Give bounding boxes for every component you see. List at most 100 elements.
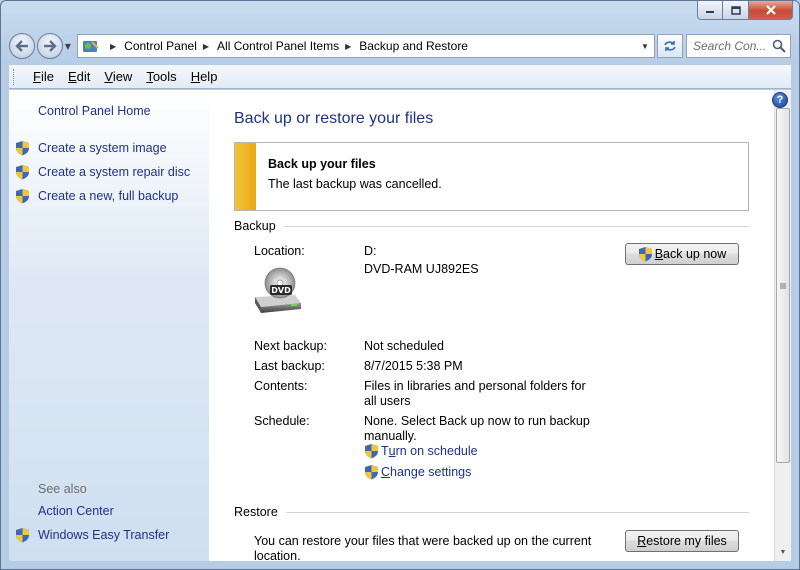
menu-tools-label: ools (152, 69, 177, 84)
navigation-row: ▼ ▶ Control Panel ▶ All Control Panel It… (9, 32, 791, 60)
turn-on-schedule-link[interactable]: Tu rn on schedule (364, 443, 478, 459)
menu-help[interactable]: Help (184, 69, 225, 84)
search-icon[interactable] (772, 39, 786, 53)
next-backup-value: Not scheduled (364, 339, 444, 353)
notice-body: Back up your files The last backup was c… (256, 143, 454, 210)
menu-help-access: H (190, 69, 201, 84)
restore-message: You can restore your files that were bac… (254, 534, 592, 561)
turn-on-schedule-prefix: T (381, 444, 389, 458)
restore-my-files-access: R (637, 534, 647, 548)
page-title: Back up or restore your files (234, 110, 434, 127)
refresh-icon (664, 41, 676, 51)
back-up-now-button[interactable]: Back up now (625, 243, 739, 265)
back-arrow-icon (15, 40, 28, 52)
content-area: Control Panel Home Create a system image… (9, 90, 791, 561)
notice-title: Back up your files (268, 157, 376, 171)
menu-grip (13, 68, 16, 85)
create-repair-disc-link[interactable]: Create a system repair disc (15, 164, 190, 180)
minimize-icon (706, 11, 714, 13)
uac-shield-icon (16, 189, 29, 204)
create-system-image-link[interactable]: Create a system image (15, 140, 167, 156)
breadcrumb-backup-restore[interactable]: Backup and Restore (359, 39, 468, 53)
backup-notice: Back up your files The last backup was c… (234, 142, 749, 211)
breadcrumb-separator-icon: ▶ (202, 41, 210, 51)
action-center-link[interactable]: Action Center (38, 504, 114, 518)
schedule-value: None. Select Back up now to run backup m… (364, 414, 590, 443)
recent-pages-dropdown[interactable]: ▼ (63, 33, 73, 59)
uac-shield-icon (365, 465, 378, 480)
main-pane: ▲ ▼ ? Back up or restore your files Back… (209, 90, 791, 561)
caption-buttons (697, 1, 793, 20)
task-pane: Control Panel Home Create a system image… (9, 90, 209, 561)
uac-shield-icon (365, 444, 378, 459)
search-input[interactable]: Search Con... (693, 39, 772, 53)
help-icon[interactable]: ? (772, 92, 788, 108)
menu-edit-label: dit (76, 69, 91, 84)
menu-view-label: iew (112, 69, 133, 84)
location-device: DVD-RAM UJ892ES (364, 262, 479, 276)
change-settings-link[interactable]: Change settings (364, 464, 471, 480)
menu-view-access: V (104, 69, 113, 84)
maximize-button[interactable] (723, 1, 749, 20)
control-panel-icon (83, 41, 99, 52)
scroll-thumb[interactable] (776, 108, 790, 463)
next-backup-label: Next backup: (254, 339, 327, 353)
change-settings-label: hange settings (390, 465, 472, 479)
menu-help-label: elp (200, 69, 218, 84)
contents-label: Contents: (254, 379, 308, 393)
breadcrumb-all-items[interactable]: All Control Panel Items (217, 39, 339, 53)
back-up-now-label: ack up now (663, 247, 727, 261)
see-also-heading: See also (38, 482, 87, 496)
notice-warning-bar (235, 143, 256, 210)
windows-easy-transfer-label: Windows Easy Transfer (38, 528, 170, 542)
control-panel-home-link[interactable]: Control Panel Home (38, 104, 151, 118)
menu-file-access: F (33, 69, 41, 84)
close-button[interactable] (749, 1, 793, 20)
vertical-scrollbar[interactable]: ▲ ▼ (774, 90, 791, 561)
windows-easy-transfer-link[interactable]: Windows Easy Transfer (15, 527, 169, 543)
contents-value: Files in libraries and personal folders … (364, 379, 586, 408)
menu-edit-access: E (67, 69, 77, 84)
last-backup-label: Last backup: (254, 359, 325, 373)
menu-tools[interactable]: Tools (139, 69, 183, 84)
create-full-backup-link[interactable]: Create a new, full backup (15, 188, 178, 204)
create-full-backup-label: Create a new, full backup (38, 189, 179, 203)
dvd-drive-icon: DVD (255, 267, 301, 313)
forward-arrow-icon (44, 40, 57, 52)
notice-message: The last backup was cancelled. (268, 177, 442, 191)
turn-on-schedule-label: rn on schedule (395, 444, 478, 458)
uac-shield-icon (16, 165, 29, 180)
back-up-now-access: B (654, 247, 664, 261)
uac-shield-icon (638, 247, 652, 262)
dvd-badge-label: DVD (271, 286, 291, 295)
address-dropdown-icon[interactable]: ▼ (636, 35, 654, 57)
forward-button[interactable] (37, 33, 63, 59)
search-box[interactable]: Search Con... (686, 34, 791, 58)
location-drive: D: (364, 244, 377, 258)
create-repair-disc-label: Create a system repair disc (38, 165, 191, 179)
menu-view[interactable]: View (97, 69, 139, 84)
change-settings-access: C (381, 465, 391, 479)
address-bar[interactable]: ▶ Control Panel ▶ All Control Panel Item… (77, 34, 655, 58)
restore-my-files-button[interactable]: Restore my files (625, 530, 739, 552)
breadcrumb-control-panel[interactable]: Control Panel (124, 39, 197, 53)
restore-my-files-label: estore my files (646, 534, 727, 548)
maximize-icon (730, 5, 741, 15)
menu-file[interactable]: File (26, 69, 61, 84)
breadcrumb-separator-icon: ▶ (110, 41, 117, 51)
backup-section-heading: Backup (234, 219, 749, 233)
uac-shield-icon (16, 141, 29, 156)
uac-shield-icon (16, 528, 29, 543)
restore-heading-label: Restore (234, 505, 278, 519)
section-divider (283, 225, 749, 227)
menu-file-label: ile (40, 69, 54, 84)
turn-on-schedule-access: u (388, 444, 396, 458)
close-icon (765, 5, 776, 15)
menu-edit[interactable]: Edit (61, 69, 97, 84)
refresh-button[interactable] (657, 34, 683, 58)
scroll-down-icon[interactable]: ▼ (775, 544, 791, 561)
back-button[interactable] (9, 33, 35, 59)
location-label: Location: (254, 244, 305, 258)
minimize-button[interactable] (697, 1, 723, 20)
schedule-label: Schedule: (254, 414, 310, 428)
